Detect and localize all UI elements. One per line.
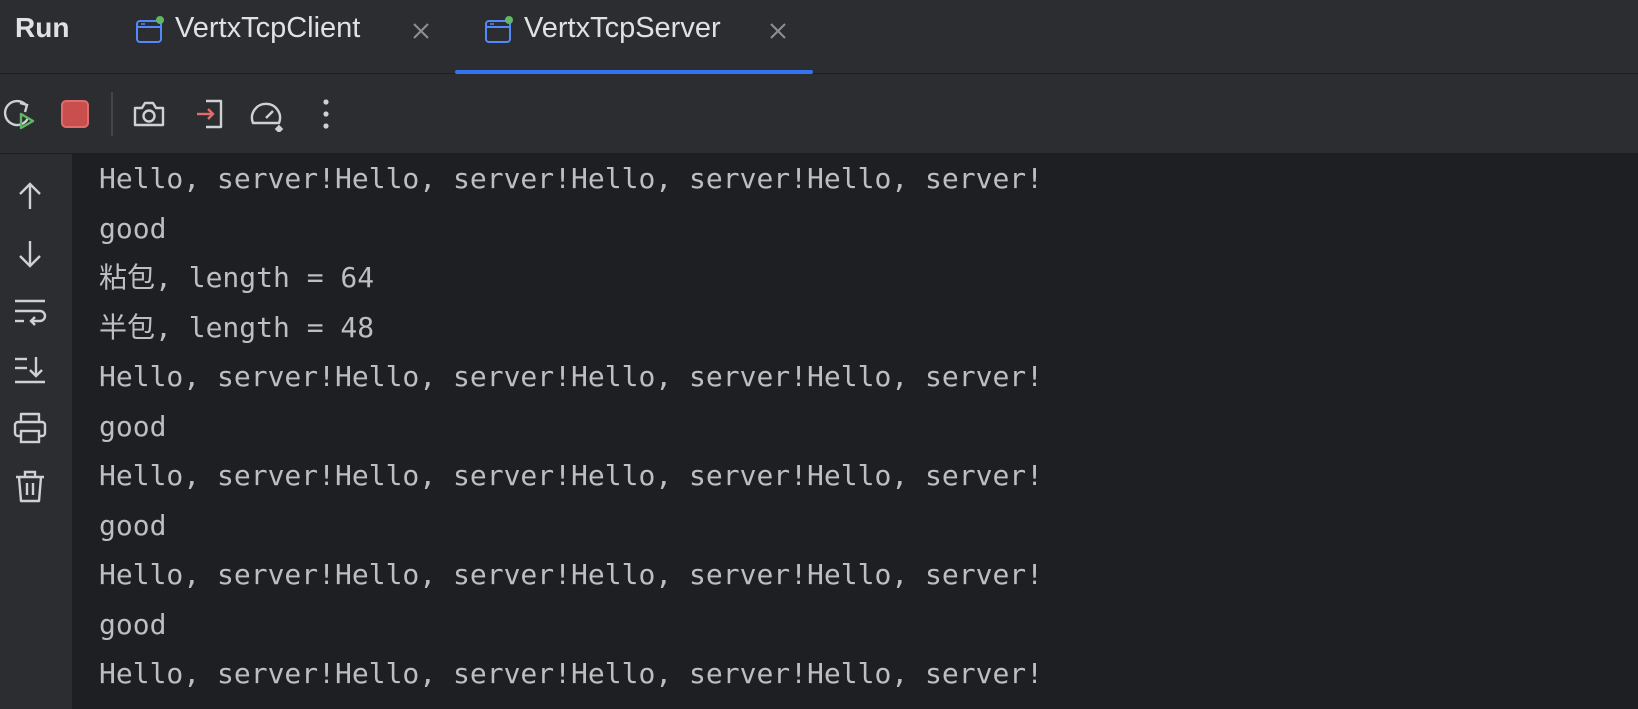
application-icon: [135, 16, 165, 46]
gauge-icon[interactable]: [248, 96, 284, 132]
print-icon[interactable]: [12, 410, 48, 446]
arrow-down-icon[interactable]: [12, 236, 48, 272]
console-output[interactable]: Hello, server!Hello, server!Hello, serve…: [72, 154, 1638, 709]
console-line: Hello, server!Hello, server!Hello, serve…: [99, 657, 1044, 690]
more-vertical-icon[interactable]: [308, 96, 344, 132]
tab-label: VertxTcpClient: [175, 12, 361, 44]
run-title: Run: [15, 12, 70, 43]
scroll-to-end-icon[interactable]: [12, 352, 48, 388]
trash-icon[interactable]: [12, 468, 48, 504]
toolbar-separator: [111, 92, 113, 136]
console-line: Hello, server!Hello, server!Hello, serve…: [99, 558, 1044, 591]
console-line: 粘包, length = 64: [99, 261, 375, 294]
tab-vertx-tcp-server[interactable]: VertxTcpServer: [484, 0, 814, 74]
console-line: good: [99, 409, 167, 443]
close-icon[interactable]: [410, 20, 432, 42]
run-tool-window-header: Run VertxTcpClient VertxTcpServer: [0, 0, 1638, 74]
console-line: Hello, server!Hello, server!Hello, serve…: [99, 162, 1044, 195]
close-icon[interactable]: [767, 20, 789, 42]
console-line: good: [99, 607, 167, 641]
run-toolbar: [0, 74, 1638, 154]
console-line: 半包, length = 48: [99, 310, 375, 344]
camera-icon[interactable]: [131, 96, 167, 132]
console-line: Hello, server!Hello, server!Hello, serve…: [99, 360, 1044, 393]
import-icon[interactable]: [192, 96, 228, 132]
tab-vertx-tcp-client[interactable]: VertxTcpClient: [135, 0, 435, 74]
tab-label: VertxTcpServer: [524, 12, 721, 44]
console-line: good: [99, 211, 167, 245]
stop-icon[interactable]: [57, 96, 93, 132]
console-side-toolbar: [0, 154, 72, 709]
application-icon: [484, 16, 514, 46]
soft-wrap-icon[interactable]: [12, 294, 48, 330]
arrow-up-icon[interactable]: [12, 178, 48, 214]
console-line: Hello, server!Hello, server!Hello, serve…: [99, 459, 1044, 492]
rerun-icon[interactable]: [2, 96, 38, 132]
console-line: good: [99, 508, 167, 542]
